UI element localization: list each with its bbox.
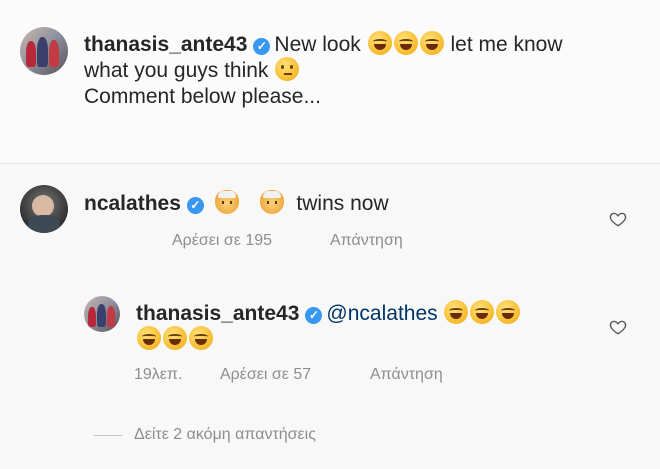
comment-line: ncalathes ✓ twins now: [84, 190, 389, 217]
reply-author-avatar[interactable]: [84, 296, 120, 332]
older-man-emoji-icon: [259, 190, 284, 214]
reply-reply-button[interactable]: Απάντηση: [370, 366, 443, 384]
verified-badge-icon: ✓: [186, 197, 204, 214]
verified-badge-icon: ✓: [253, 38, 271, 55]
verified-badge-icon: ✓: [305, 307, 323, 324]
comment-like-count[interactable]: Αρέσει σε 195: [172, 232, 272, 250]
laughing-emoji-icon: [419, 31, 444, 55]
laughing-emoji-icon: [189, 326, 213, 350]
caption-text-what-you-think: what you guys think: [84, 59, 269, 82]
comment-text: twins now: [296, 192, 389, 215]
caption-line-1: thanasis_ante43 ✓ New look let me know: [84, 31, 563, 58]
caption-text-let-me-know: let me know: [450, 33, 563, 56]
comment-heart-icon[interactable]: [609, 210, 627, 228]
post-author-username[interactable]: thanasis_ante43: [84, 33, 247, 56]
comment-reply-button[interactable]: Απάντηση: [330, 232, 403, 250]
laughing-emoji-icon: [444, 300, 469, 324]
view-more-replies-button[interactable]: Δείτε 2 ακόμη απαντήσεις: [134, 426, 316, 444]
thinking-emoji-icon: [275, 57, 300, 81]
caption-text-comment-below: Comment below please...: [84, 85, 321, 108]
reply-line-2: [136, 326, 214, 353]
commenter-username[interactable]: ncalathes: [84, 192, 181, 215]
reply-author-username[interactable]: thanasis_ante43: [136, 302, 299, 325]
laughing-emoji-icon: [393, 31, 418, 55]
reply-line-1: thanasis_ante43 ✓ @ncalathes: [136, 300, 521, 327]
commenter-avatar[interactable]: [20, 185, 68, 233]
older-man-emoji-icon: [214, 190, 239, 214]
laughing-emoji-icon: [137, 326, 161, 350]
laughing-emoji-icon: [163, 326, 187, 350]
caption-line-3: Comment below please...: [84, 84, 321, 110]
laughing-emoji-icon: [470, 300, 495, 324]
laughing-emoji-icon: [496, 300, 521, 324]
reply-like-count[interactable]: Αρέσει σε 57: [220, 366, 311, 384]
caption-text-new-look: New look: [274, 33, 361, 56]
caption-line-2: what you guys think: [84, 57, 300, 84]
view-replies-divider: [94, 435, 122, 436]
reply-timestamp: 19λεπ.: [134, 366, 183, 383]
reply-mention-link[interactable]: @ncalathes: [326, 302, 437, 325]
reply-heart-icon[interactable]: [609, 318, 627, 336]
laughing-emoji-icon: [367, 31, 392, 55]
post-author-avatar[interactable]: [20, 27, 68, 75]
